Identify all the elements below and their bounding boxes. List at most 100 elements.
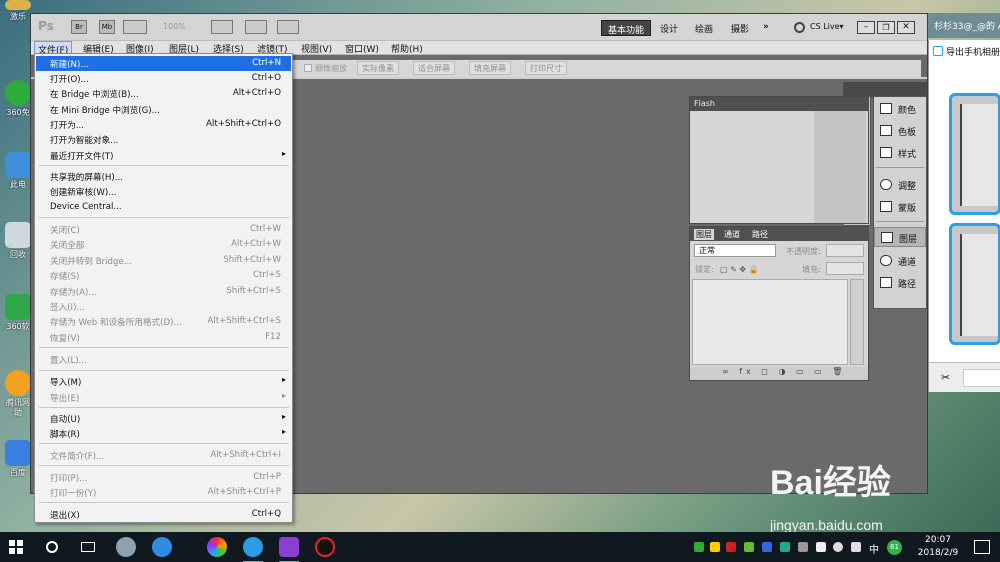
workspace-essentials-button[interactable]: 基本功能: [601, 20, 652, 36]
menu-help[interactable]: 帮助(H): [391, 42, 423, 55]
menu-item-import[interactable]: 导入(M) ▸: [36, 374, 291, 389]
menu-item-open-smart-object[interactable]: 打开为智能对象...: [36, 132, 291, 147]
menu-item-place[interactable]: 置入(L)...: [36, 352, 291, 367]
zoom-level[interactable]: 100%: [163, 22, 186, 31]
pinwheel-app-icon[interactable]: [116, 537, 136, 557]
layers-footer-icons[interactable]: ∞ fx ◻ ◑ ▭ ▭ 🗑: [690, 367, 868, 380]
cs-live-button[interactable]: CS Live▾: [810, 22, 844, 31]
layers-list[interactable]: [692, 279, 848, 365]
phone-thumbnail[interactable]: [949, 223, 1000, 345]
bridge-button[interactable]: Br: [71, 20, 87, 34]
menu-item-save-as[interactable]: 存储为(A)... Shift+Ctrl+S: [36, 284, 291, 299]
layers-panel[interactable]: 图层 通道 路径 正常 不透明度: 锁定: ▢ ✎ ✥ 🔒 填充: ∞ fx ◻…: [689, 226, 869, 381]
dock-adjustments[interactable]: 调整: [874, 175, 926, 195]
menu-item-file-info[interactable]: 文件简介(F)... Alt+Shift+Ctrl+I: [36, 448, 291, 463]
menu-item-close[interactable]: 关闭(C) Ctrl+W: [36, 222, 291, 237]
clock-date[interactable]: 2018/2/9: [912, 548, 964, 558]
volume-icon[interactable]: [851, 542, 861, 552]
blend-mode-select[interactable]: 正常: [694, 244, 776, 257]
workspace-photography-button[interactable]: 摄影: [725, 20, 755, 36]
scrubby-zoom-checkbox[interactable]: [304, 64, 312, 72]
desktop-icon[interactable]: 回收: [4, 222, 32, 260]
menu-item-open[interactable]: 打开(O)... Ctrl+O: [36, 71, 291, 86]
ime-indicator[interactable]: 中: [869, 541, 879, 556]
menu-item-new[interactable]: 新建(N)... Ctrl+N: [36, 56, 291, 71]
mini-bridge-button[interactable]: Mb: [99, 20, 115, 34]
tab-layers[interactable]: 图层: [694, 229, 714, 240]
menu-window[interactable]: 窗口(W): [345, 42, 379, 55]
menu-item-share-screen[interactable]: 共享我的屏幕(H)...: [36, 169, 291, 184]
dock-swatches[interactable]: 色板: [874, 121, 926, 141]
menu-view[interactable]: 视图(V): [301, 42, 332, 55]
menu-item-browse-mini-bridge[interactable]: 在 Mini Bridge 中浏览(G)...: [36, 102, 291, 117]
photoshop-taskbar-icon[interactable]: [279, 537, 299, 557]
windows-start-icon[interactable]: [9, 540, 23, 554]
battery-icon[interactable]: [816, 542, 826, 552]
minimize-button[interactable]: –: [857, 21, 875, 34]
menu-item-automate[interactable]: 自动(U) ▸: [36, 411, 291, 426]
fit-screen-button[interactable]: 适合屏幕: [413, 61, 455, 75]
task-view-icon[interactable]: [81, 542, 95, 552]
view-mode-dropdown[interactable]: [211, 20, 233, 34]
fill-screen-button[interactable]: 填充屏幕: [469, 61, 511, 75]
menu-item-recent-files[interactable]: 最近打开文件(T) ▸: [36, 148, 291, 163]
flash-panel[interactable]: Flash: [689, 96, 869, 224]
screen-mode-dropdown[interactable]: [277, 20, 299, 34]
workspace-design-button[interactable]: 设计: [654, 20, 684, 36]
nvidia-icon[interactable]: [744, 542, 754, 552]
desktop-icon[interactable]: 此电: [4, 152, 32, 190]
arrange-documents-dropdown[interactable]: [245, 20, 267, 34]
tray-icon[interactable]: [726, 542, 736, 552]
dock-color[interactable]: 颜色: [874, 99, 926, 119]
fill-input[interactable]: [826, 262, 864, 275]
tray-icon[interactable]: [798, 542, 808, 552]
desktop-icon[interactable]: 腾讯网 助: [4, 370, 32, 418]
print-size-button[interactable]: 打印尺寸: [525, 61, 567, 75]
menu-item-revert[interactable]: 恢复(V) F12: [36, 330, 291, 345]
360-browser-icon[interactable]: [207, 537, 227, 557]
restore-button[interactable]: ❐: [877, 21, 895, 34]
desktop-icon[interactable]: 激乐: [4, 0, 32, 22]
menu-item-close-go-bridge[interactable]: 关闭并转到 Bridge... Shift+Ctrl+W: [36, 253, 291, 268]
tab-channels[interactable]: 通道: [724, 229, 740, 240]
menu-item-exit[interactable]: 退出(X) Ctrl+Q: [36, 507, 291, 522]
tab-paths[interactable]: 路径: [752, 229, 768, 240]
desktop-icon[interactable]: 百度: [4, 440, 32, 478]
menu-item-scripts[interactable]: 脚本(R) ▸: [36, 426, 291, 441]
desktop-icon[interactable]: 360软: [4, 294, 32, 332]
workspace-painting-button[interactable]: 绘画: [689, 20, 719, 36]
dock-channels[interactable]: 通道: [874, 251, 926, 271]
menu-item-print-one-copy[interactable]: 打印一份(Y) Alt+Shift+Ctrl+P: [36, 485, 291, 500]
dock-styles[interactable]: 样式: [874, 143, 926, 163]
menu-item-create-review[interactable]: 创建新审核(W)...: [36, 184, 291, 199]
notification-badge[interactable]: 61: [887, 540, 902, 555]
menu-item-print[interactable]: 打印(P)... Ctrl+P: [36, 470, 291, 485]
ie-browser-icon[interactable]: [152, 537, 172, 557]
dock-masks[interactable]: 蒙版: [874, 197, 926, 217]
opacity-input[interactable]: [826, 244, 864, 257]
dock-layers[interactable]: 图层: [874, 227, 926, 247]
qq-icon[interactable]: [315, 537, 335, 557]
menu-item-export[interactable]: 导出(E) ▸: [36, 390, 291, 405]
wifi-icon[interactable]: [833, 542, 843, 552]
search-icon[interactable]: [46, 541, 58, 553]
menu-item-open-as[interactable]: 打开为... Alt+Shift+Ctrl+O: [36, 117, 291, 132]
layers-scrollbar[interactable]: [850, 279, 864, 365]
actual-pixels-button[interactable]: 实际像素: [357, 61, 399, 75]
more-workspaces-button[interactable]: »: [757, 20, 775, 36]
lock-icons[interactable]: ▢ ✎ ✥ 🔒: [720, 265, 759, 274]
tray-icon[interactable]: [694, 542, 704, 552]
tray-icon[interactable]: [780, 542, 790, 552]
menu-item-save-for-web[interactable]: 存储为 Web 和设备所用格式(D)... Alt+Shift+Ctrl+S: [36, 314, 291, 329]
menu-item-browse-bridge[interactable]: 在 Bridge 中浏览(B)... Alt+Ctrl+O: [36, 86, 291, 101]
app-icon[interactable]: [243, 537, 263, 557]
bluetooth-icon[interactable]: [762, 542, 772, 552]
close-button[interactable]: ✕: [897, 21, 915, 34]
dock-paths[interactable]: 路径: [874, 273, 926, 293]
menu-item-device-central[interactable]: Device Central...: [36, 200, 291, 215]
menu-item-close-all[interactable]: 关闭全部 Alt+Ctrl+W: [36, 237, 291, 252]
menu-item-check-in[interactable]: 签入(I)...: [36, 299, 291, 314]
phone-thumbnail[interactable]: [949, 93, 1000, 215]
desktop-icon[interactable]: 360免: [4, 80, 32, 118]
menu-item-save[interactable]: 存储(S) Ctrl+S: [36, 268, 291, 283]
